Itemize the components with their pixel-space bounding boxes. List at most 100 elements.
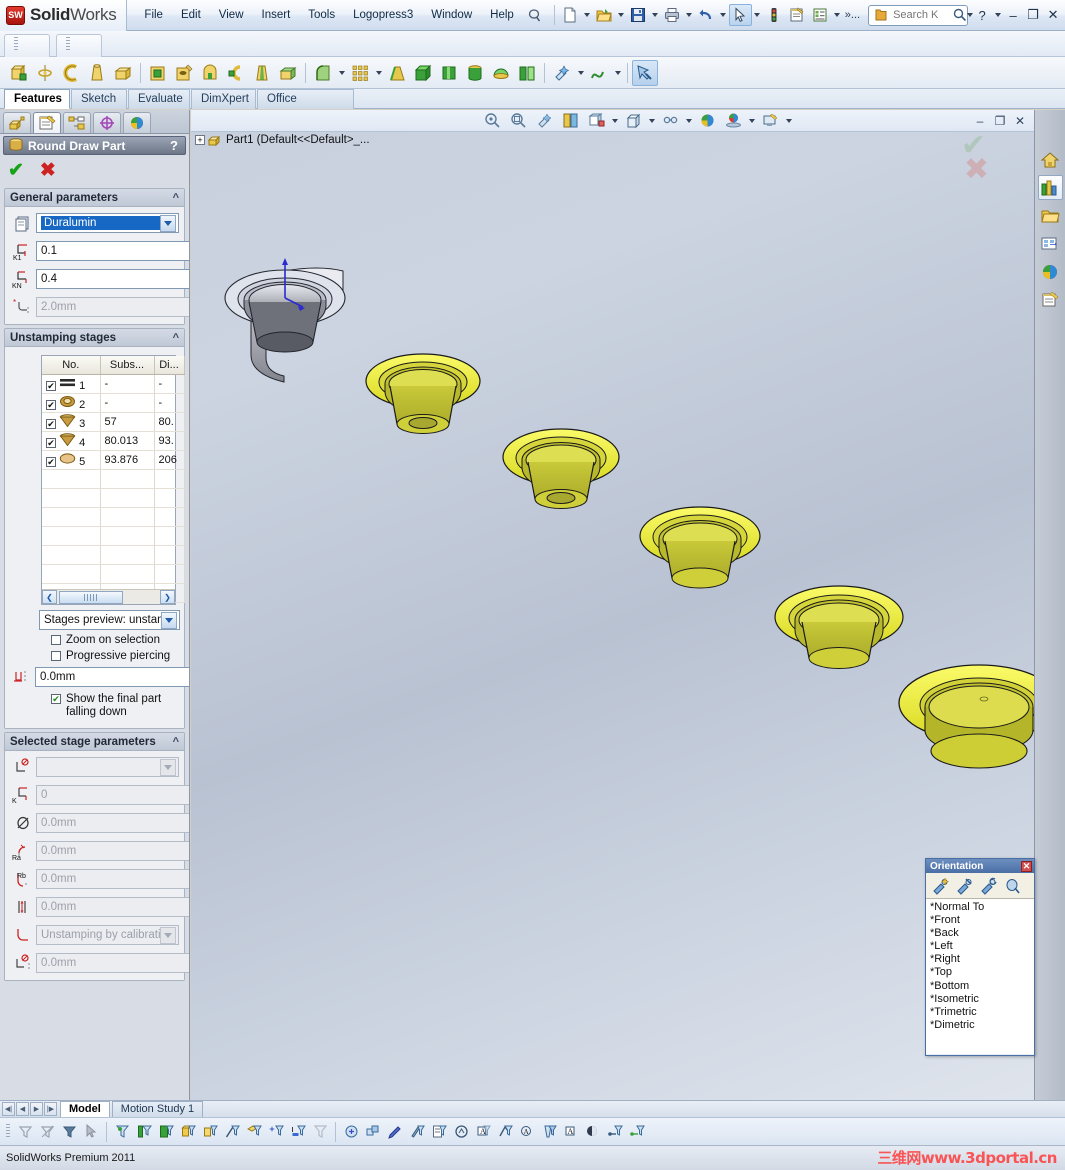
fillet-icon[interactable]: [310, 60, 336, 86]
nav-prev-button[interactable]: ◀: [16, 1102, 29, 1116]
property-manager-tab[interactable]: [33, 112, 61, 133]
zoom-to-fit-icon[interactable]: [479, 110, 505, 134]
column-header-subs[interactable]: Subs...: [100, 356, 155, 375]
orientation-item-left[interactable]: *Left: [930, 940, 1034, 953]
tree-expand-icon[interactable]: +: [195, 135, 205, 145]
configuration-manager-tab[interactable]: [63, 112, 91, 133]
menu-insert[interactable]: Insert: [253, 5, 300, 25]
table-row[interactable]: 5 93.876 206: [42, 450, 185, 470]
column-header-no[interactable]: No.: [42, 356, 101, 375]
lofted-cut-icon[interactable]: [249, 60, 275, 86]
new-document-dropdown-icon[interactable]: [582, 4, 593, 26]
file-properties-dropdown-icon[interactable]: [832, 4, 843, 26]
previous-view-icon[interactable]: [531, 110, 557, 134]
extruded-boss-icon[interactable]: [6, 60, 32, 86]
tab-sketch[interactable]: Sketch: [71, 89, 127, 109]
show-final-part-row[interactable]: Show the final part falling down: [51, 693, 180, 718]
instant3d-icon[interactable]: [549, 60, 575, 86]
logopress-tool-icon[interactable]: [632, 59, 658, 86]
tab-motion-study-1[interactable]: Motion Study 1: [111, 1101, 204, 1117]
orientation-item-isometric[interactable]: *Isometric: [930, 993, 1034, 1006]
wrap-icon[interactable]: [462, 60, 488, 86]
orientation-item-right[interactable]: *Right: [930, 953, 1034, 966]
stages-table-container[interactable]: No. Subs... Di... 1 - -: [41, 355, 185, 605]
undo-icon[interactable]: [695, 4, 718, 26]
apply-scene-dropdown-icon[interactable]: [746, 110, 757, 132]
filter-component-icon[interactable]: [626, 1120, 648, 1143]
scroll-left-button[interactable]: ❮: [42, 590, 57, 604]
sw-resources-button[interactable]: [1038, 147, 1063, 172]
filter-points-icon[interactable]: [265, 1120, 287, 1143]
stage-checkbox[interactable]: [46, 438, 56, 448]
section-view-icon[interactable]: [557, 110, 583, 134]
save-dropdown-icon[interactable]: [650, 4, 661, 26]
revolved-cut-icon[interactable]: [197, 60, 223, 86]
curves-dropdown-icon[interactable]: [612, 62, 623, 84]
filter-off-icon[interactable]: [14, 1120, 36, 1143]
scroll-thumb[interactable]: [59, 590, 123, 604]
column-header-di[interactable]: Di...: [154, 356, 185, 375]
graphics-viewport[interactable]: – ❐ ✕ + Part1 (Default<<Default>_... ✔ ✖: [191, 110, 1034, 1100]
new-view-icon[interactable]: [929, 875, 951, 897]
extruded-cut-icon[interactable]: [145, 60, 171, 86]
progressive-piercing-row[interactable]: Progressive piercing: [51, 650, 180, 662]
filter-axes-icon[interactable]: [221, 1120, 243, 1143]
view-settings-icon[interactable]: [757, 110, 783, 134]
filter-vertices-icon[interactable]: [111, 1120, 133, 1143]
material-dropdown[interactable]: Duralumin: [36, 213, 179, 233]
mirror-icon[interactable]: [514, 60, 540, 86]
viewport-restore-button[interactable]: ❐: [990, 111, 1010, 130]
boundary-cut-icon[interactable]: [275, 60, 301, 86]
orientation-item-trimetric[interactable]: *Trimetric: [930, 1006, 1034, 1019]
update-view-icon[interactable]: [953, 875, 975, 897]
search-input[interactable]: [891, 8, 954, 22]
minimize-button[interactable]: –: [1003, 4, 1023, 26]
orientation-item-normal-to[interactable]: *Normal To: [930, 901, 1034, 914]
filter-balloon-icon[interactable]: A: [472, 1120, 494, 1143]
scroll-right-button[interactable]: ❯: [160, 590, 175, 604]
unstamping-stages-header[interactable]: Unstamping stages ^: [5, 329, 184, 347]
stages-horizontal-scrollbar[interactable]: ❮ ❯: [42, 589, 175, 604]
general-parameters-header[interactable]: General parameters ^: [5, 189, 184, 207]
progressive-piercing-checkbox[interactable]: [51, 651, 61, 661]
filter-solid-bodies-icon[interactable]: [177, 1120, 199, 1143]
filter-mate-icon[interactable]: [604, 1120, 626, 1143]
stage-checkbox[interactable]: [46, 400, 56, 410]
view-orientation-dropdown-icon[interactable]: [609, 110, 620, 132]
pin-menu-icon[interactable]: [523, 4, 546, 26]
save-icon[interactable]: [627, 4, 650, 26]
stages-preview-dropdown-arrow-icon[interactable]: [161, 611, 177, 629]
nav-last-button[interactable]: |▶: [44, 1102, 57, 1116]
filter-text-icon[interactable]: A: [560, 1120, 582, 1143]
filter-sketch-icon[interactable]: [340, 1120, 362, 1143]
stage-checkbox[interactable]: [46, 381, 56, 391]
collapse-chevron-icon[interactable]: ^: [173, 332, 179, 344]
orientation-item-dimetric[interactable]: *Dimetric: [930, 1019, 1034, 1032]
apply-scene-icon[interactable]: [720, 110, 746, 134]
menu-help[interactable]: Help: [481, 5, 523, 25]
filter-tolerance-icon[interactable]: [538, 1120, 560, 1143]
orientation-item-bottom[interactable]: *Bottom: [930, 980, 1034, 993]
filter-faces-icon[interactable]: [155, 1120, 177, 1143]
file-properties-icon[interactable]: [809, 4, 832, 26]
filter-toggle-icon[interactable]: [58, 1120, 80, 1143]
filter-edges-icon[interactable]: [133, 1120, 155, 1143]
cancel-button[interactable]: ✖: [40, 159, 56, 182]
show-final-part-checkbox[interactable]: [51, 694, 61, 704]
feature-manager-tab[interactable]: [3, 112, 31, 133]
nav-first-button[interactable]: ◀|: [2, 1102, 15, 1116]
orientation-item-top[interactable]: *Top: [930, 966, 1034, 979]
tab-features[interactable]: Features: [4, 89, 70, 109]
stub-grip-2[interactable]: [66, 37, 70, 52]
appearances-scenes-button[interactable]: [1038, 259, 1063, 284]
table-row[interactable]: 4 80.013 93.: [42, 431, 185, 451]
reset-view-icon[interactable]: [977, 875, 999, 897]
stages-preview-dropdown[interactable]: Stages preview: unstam: [39, 610, 180, 630]
filter-clear-icon[interactable]: [36, 1120, 58, 1143]
orientation-close-button[interactable]: ✕: [1021, 860, 1032, 872]
filter-planes-icon[interactable]: [243, 1120, 265, 1143]
orientation-dialog[interactable]: Orientation ✕ *Normal To *Front *Back *L…: [925, 858, 1035, 1056]
hide-show-dropdown-icon[interactable]: [683, 110, 694, 132]
rebuild-icon[interactable]: [763, 4, 786, 26]
curves-icon[interactable]: [586, 60, 612, 86]
